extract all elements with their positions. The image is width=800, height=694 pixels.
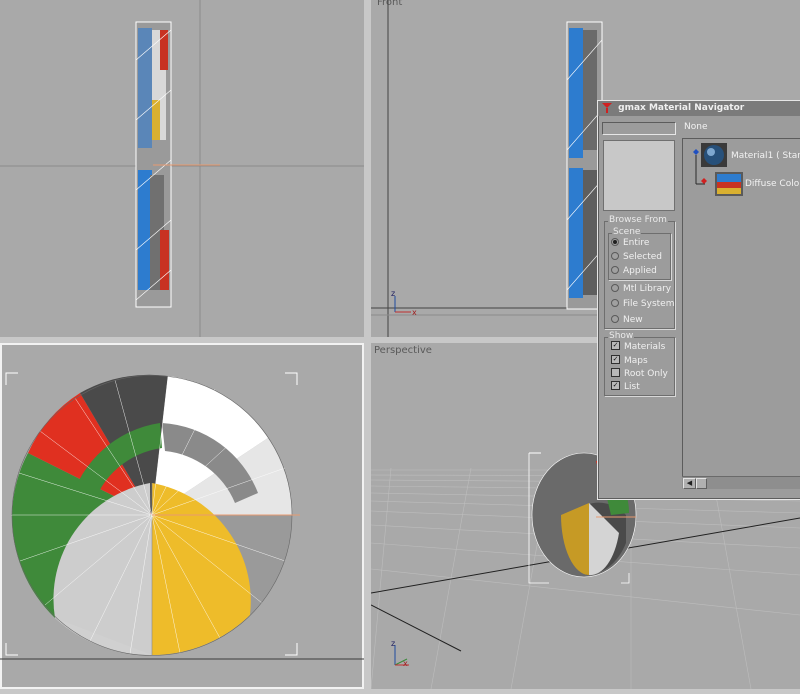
radio-selected[interactable]: Selected <box>611 251 662 262</box>
scene-group-label: Scene <box>612 227 642 237</box>
material-tree-panel: None Material1 ( Standard Diffuse Color:… <box>682 119 800 494</box>
checkbox-maps[interactable]: ✓ Maps <box>611 355 648 366</box>
viewport-top[interactable] <box>0 0 364 337</box>
radio-dot-icon <box>611 265 619 274</box>
material-name-field[interactable] <box>602 122 676 135</box>
material-tree[interactable]: Material1 ( Standard Diffuse Color: M <box>682 138 800 477</box>
tree-item-diffuse-color[interactable]: Diffuse Color: M <box>745 179 800 189</box>
radio-entire[interactable]: Entire <box>611 237 649 248</box>
checkbox-check-icon: ✓ <box>611 355 620 364</box>
radio-new[interactable]: New <box>611 314 643 325</box>
material-preview <box>603 140 675 211</box>
persp-axis-x-label: x <box>403 659 408 668</box>
checkbox-check-icon: ✓ <box>611 341 620 350</box>
dialog-title-bar[interactable]: gmax Material Navigator <box>598 101 800 116</box>
checkbox-check-icon: ✓ <box>611 381 620 390</box>
show-group-label: Show <box>608 331 635 341</box>
scroll-left-icon[interactable]: ◀ <box>683 478 696 489</box>
scrollbar-thumb[interactable] <box>696 478 707 489</box>
tree-horizontal-scrollbar[interactable]: ◀ <box>682 476 800 489</box>
radio-dot-icon <box>611 314 619 323</box>
viewport-left[interactable] <box>0 343 364 689</box>
current-material-name: None <box>684 122 708 132</box>
checkbox-materials[interactable]: ✓ Materials <box>611 341 665 352</box>
radio-dot-icon <box>611 298 619 307</box>
tree-item-material1[interactable]: Material1 ( Standard <box>731 151 800 161</box>
radio-dot-icon <box>611 283 619 292</box>
viewport-left-canvas <box>0 372 364 660</box>
checkbox-empty-icon <box>611 368 620 377</box>
radio-dot-icon <box>611 251 619 260</box>
gmax-logo-icon <box>602 103 612 113</box>
dialog-title: gmax Material Navigator <box>618 103 745 113</box>
radio-file-system[interactable]: File System <box>611 298 674 309</box>
radio-mtl-library[interactable]: Mtl Library <box>611 283 671 294</box>
checkbox-list[interactable]: ✓ List <box>611 381 640 392</box>
material-navigator-dialog[interactable]: gmax Material Navigator Browse From Scen… <box>597 100 800 500</box>
checkbox-root-only[interactable]: Root Only <box>611 368 668 379</box>
browse-from-label: Browse From <box>608 215 668 225</box>
persp-axis-z-label: z <box>391 639 395 648</box>
axis-x-label: x <box>412 308 417 317</box>
radio-dot-icon <box>611 237 619 246</box>
tree-connectors <box>693 143 743 196</box>
radio-applied[interactable]: Applied <box>611 265 657 276</box>
axis-z-label: z <box>391 289 395 298</box>
viewport-top-canvas <box>0 0 364 337</box>
